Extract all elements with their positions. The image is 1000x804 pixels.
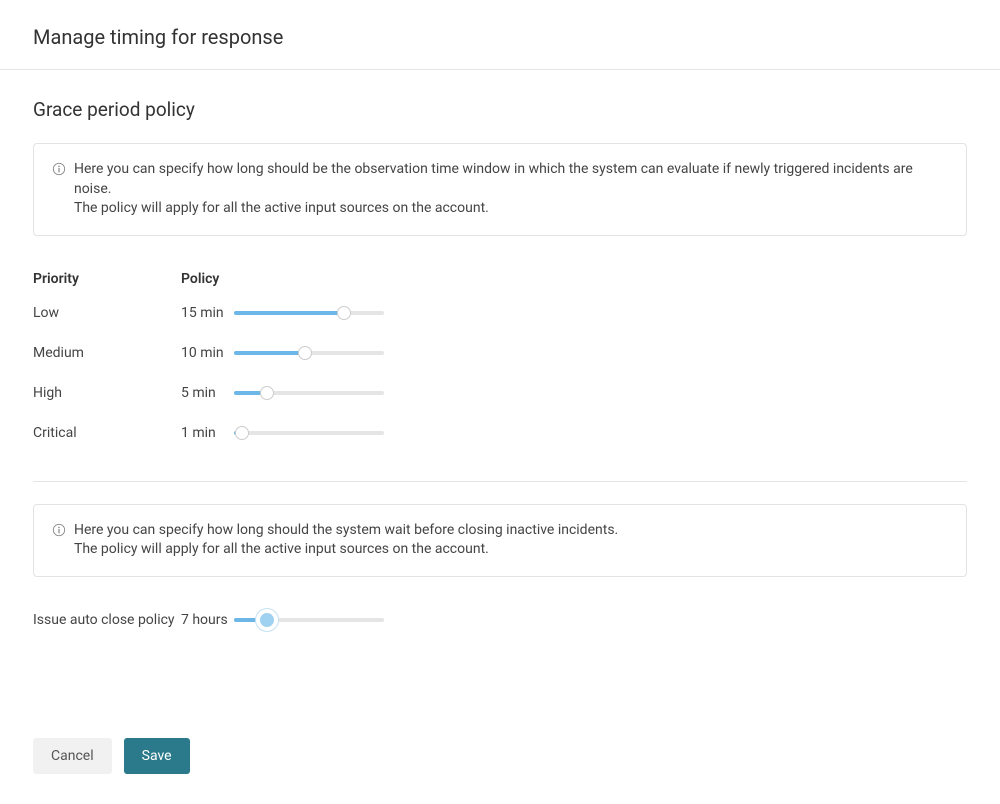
- info-line-2: The policy will apply for all the active…: [74, 541, 489, 557]
- priority-label-medium: Medium: [33, 345, 181, 361]
- button-bar: Cancel Save: [33, 738, 967, 774]
- slider-thumb[interactable]: [298, 346, 312, 360]
- slider-thumb[interactable]: [256, 609, 278, 631]
- info-icon: [52, 523, 66, 537]
- policy-value-low: 15 min: [181, 305, 234, 321]
- priority-label-high: High: [33, 385, 181, 401]
- slider-thumb[interactable]: [235, 426, 249, 440]
- auto-close-row: Issue auto close policy 7 hours: [33, 612, 967, 628]
- priority-label-critical: Critical: [33, 425, 181, 441]
- auto-close-value: 7 hours: [181, 612, 234, 628]
- table-row: Medium 10 min: [33, 345, 967, 361]
- section-divider: [33, 481, 967, 482]
- policy-value-critical: 1 min: [181, 425, 234, 441]
- table-header-row: Priority Policy: [33, 271, 967, 287]
- priority-header: Priority: [33, 271, 181, 287]
- slider-thumb[interactable]: [337, 306, 351, 320]
- info-line-1: Here you can specify how long should the…: [74, 522, 618, 538]
- page-title: Manage timing for response: [0, 0, 1000, 69]
- content-area: Grace period policy Here you can specify…: [0, 70, 1000, 804]
- slider-fill: [234, 311, 344, 315]
- table-row: Low 15 min: [33, 305, 967, 321]
- policy-header: Policy: [181, 271, 234, 287]
- slider-low[interactable]: [234, 305, 384, 321]
- slider-fill: [234, 351, 305, 355]
- auto-close-info-box: Here you can specify how long should the…: [33, 504, 967, 577]
- slider-medium[interactable]: [234, 345, 384, 361]
- auto-close-label: Issue auto close policy: [33, 612, 181, 628]
- info-icon: [52, 162, 66, 176]
- auto-close-info-text: Here you can specify how long should the…: [74, 521, 942, 560]
- info-line-2: The policy will apply for all the active…: [74, 200, 489, 216]
- slider-thumb[interactable]: [260, 386, 274, 400]
- slider-auto-close[interactable]: [234, 612, 384, 628]
- info-line-1: Here you can specify how long should be …: [74, 161, 913, 197]
- grace-period-info-box: Here you can specify how long should be …: [33, 143, 967, 236]
- priority-label-low: Low: [33, 305, 181, 321]
- save-button[interactable]: Save: [124, 738, 190, 774]
- slider-critical[interactable]: [234, 425, 384, 441]
- table-row: Critical 1 min: [33, 425, 967, 441]
- grace-period-info-text: Here you can specify how long should be …: [74, 160, 942, 219]
- slider-high[interactable]: [234, 385, 384, 401]
- section-title: Grace period policy: [33, 98, 967, 121]
- cancel-button[interactable]: Cancel: [33, 738, 112, 774]
- policy-value-medium: 10 min: [181, 345, 234, 361]
- policy-value-high: 5 min: [181, 385, 234, 401]
- slider-track: [234, 431, 384, 435]
- table-row: High 5 min: [33, 385, 967, 401]
